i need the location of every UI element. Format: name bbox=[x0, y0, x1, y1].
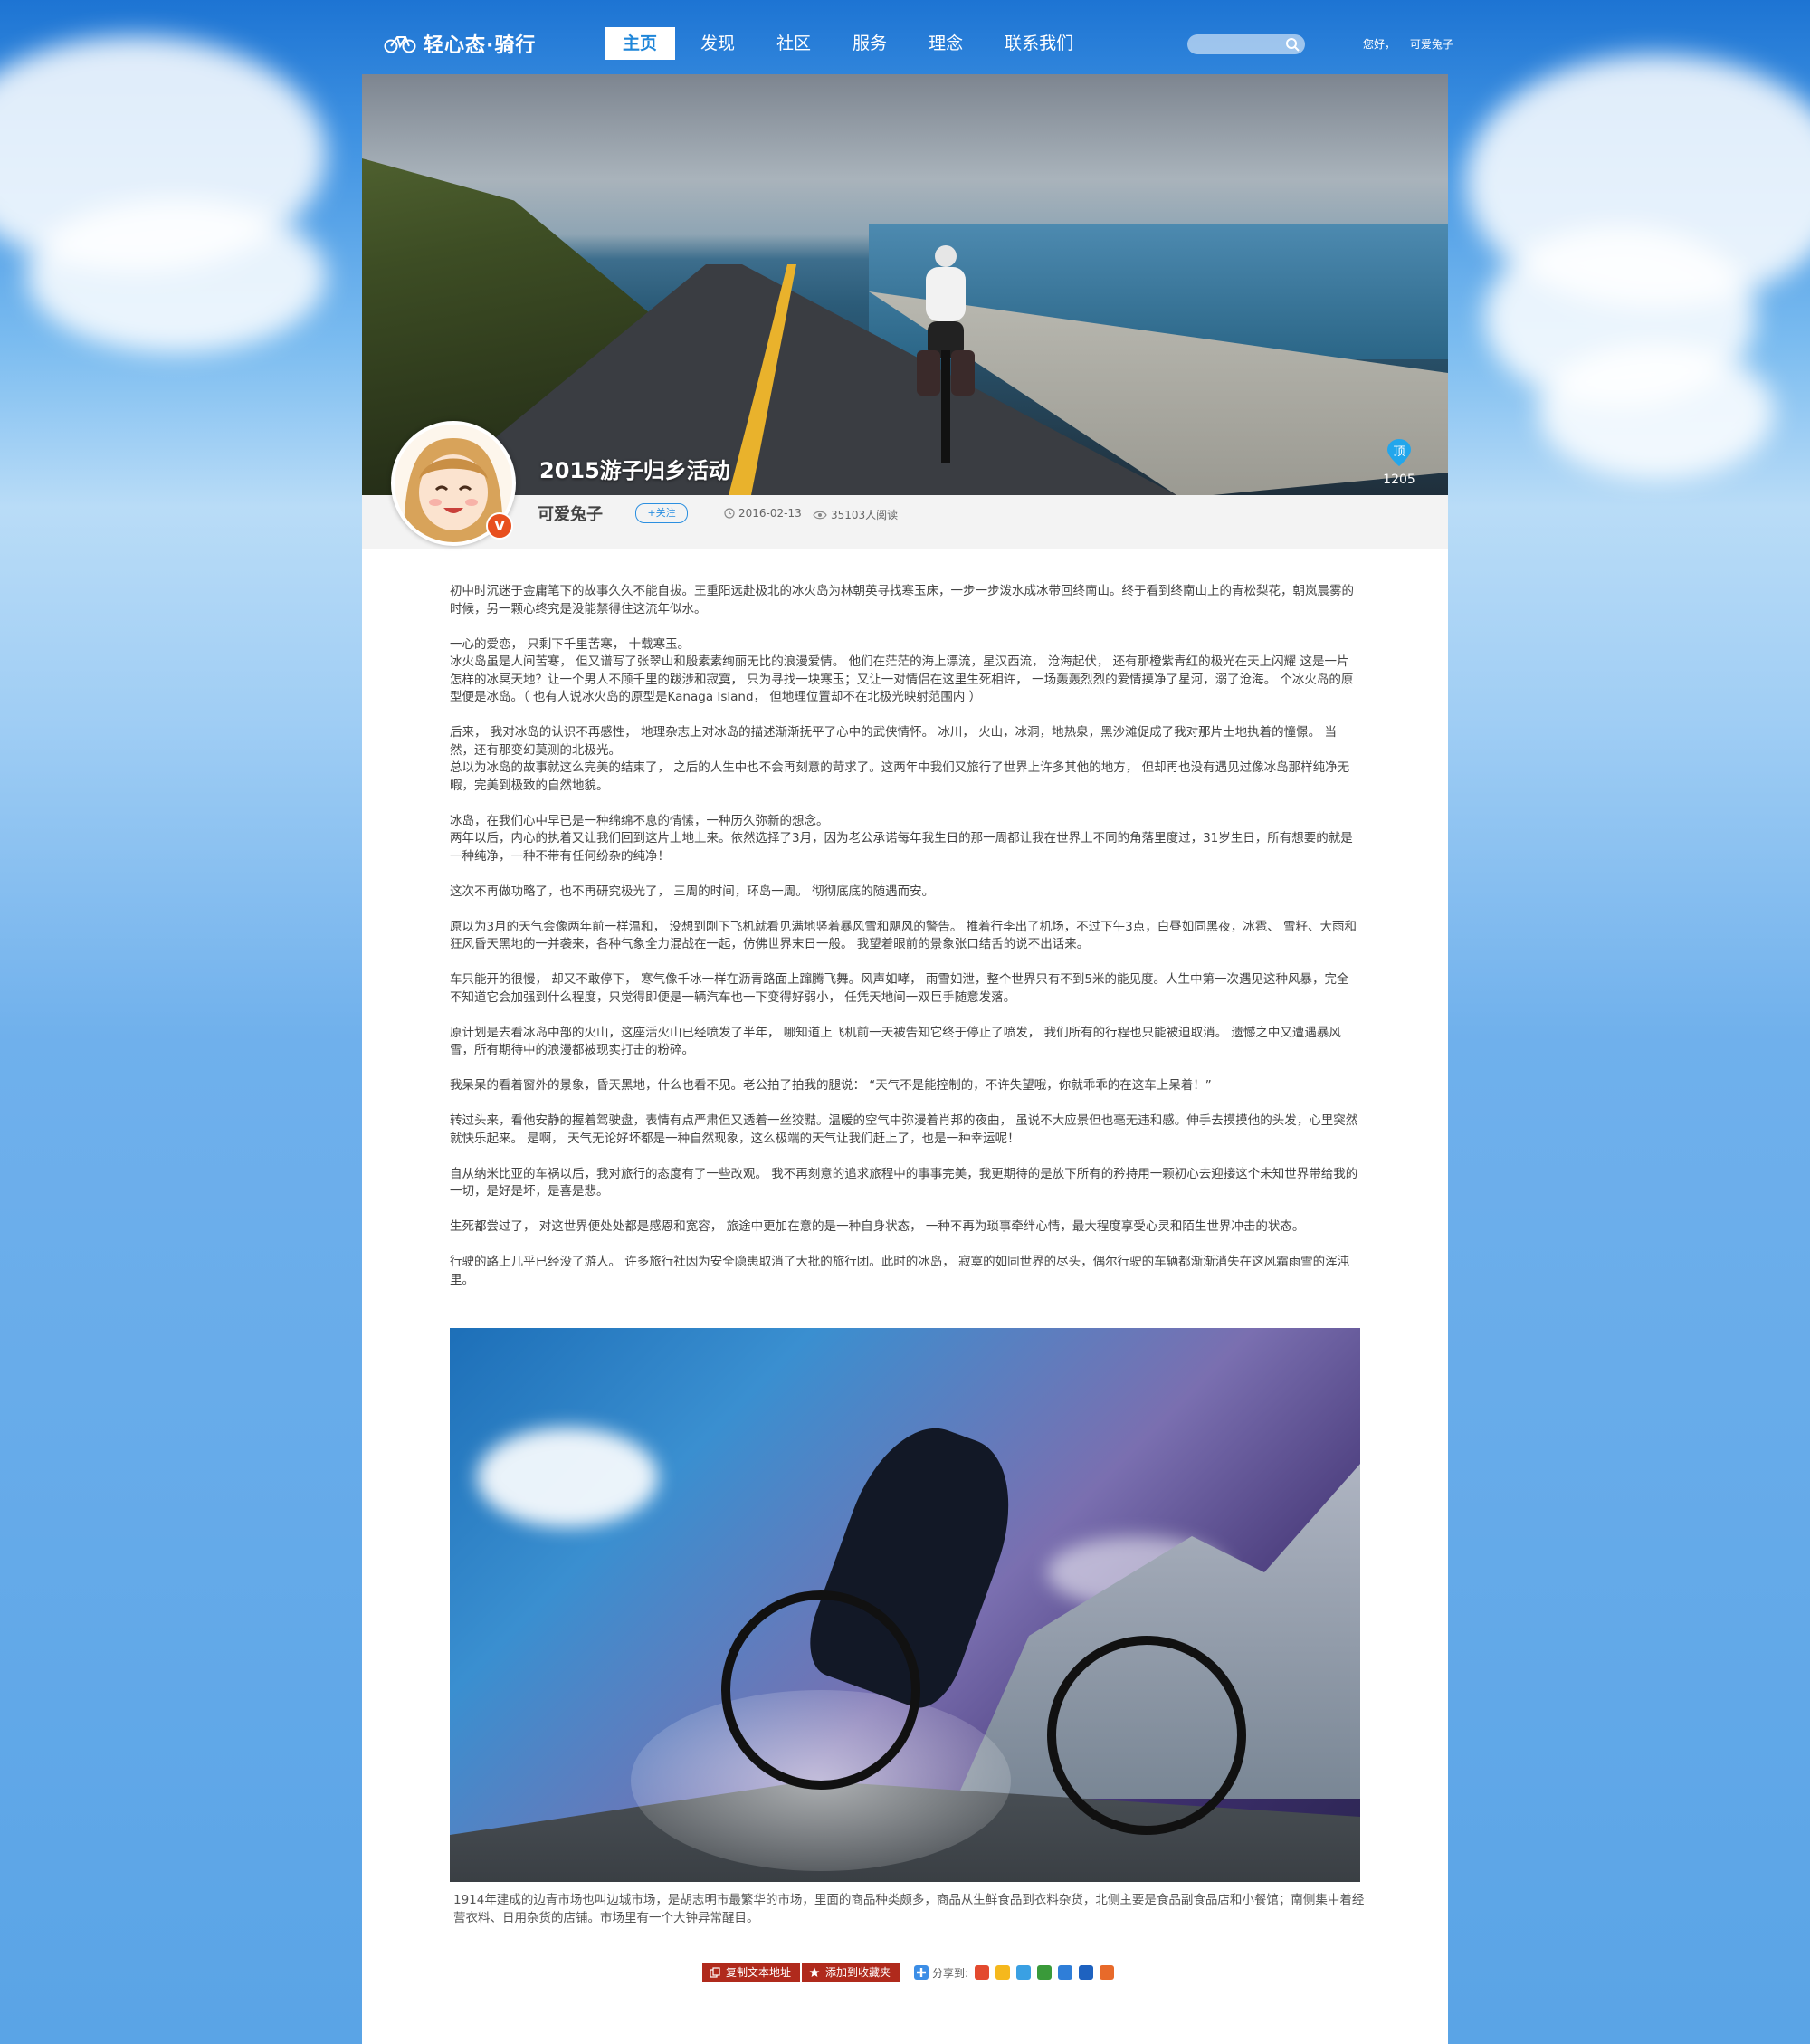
main-nav: 主页 发现 社区 服务 理念 联系我们 bbox=[605, 27, 1099, 60]
user-area: 您好， 可爱兔子 bbox=[1363, 36, 1464, 52]
like-label: 顶 bbox=[1393, 445, 1405, 459]
article-paragraph: 车只能开的很慢， 却又不敢停下， 寒气像千冰一样在沥青路面上蹿腾飞舞。风声如哮，… bbox=[450, 972, 1349, 1005]
copy-link-button[interactable]: 复制文本地址 bbox=[702, 1963, 801, 1982]
share-label: 分享到: bbox=[932, 1966, 969, 1980]
hero-banner: 2015游子归乡活动 顶 1205 bbox=[362, 74, 1448, 495]
article-paragraph: 生死都尝过了， 对这世界便处处都是感恩和宽容， 旅途中更加在意的是一种自身状态，… bbox=[450, 1219, 1305, 1234]
nav-item-discover[interactable]: 发现 bbox=[684, 27, 751, 60]
bicycle-icon bbox=[384, 36, 416, 53]
weibo-icon[interactable] bbox=[975, 1965, 990, 1980]
add-favorite-button[interactable]: 添加到收藏夹 bbox=[802, 1963, 900, 1982]
date-text: 2016-02-13 bbox=[738, 507, 802, 520]
article-paragraph: 转过头来，看他安静的握着驾驶盘，表情有点严肃但又透着一丝狡黠。温暖的空气中弥漫着… bbox=[450, 1113, 1358, 1146]
article-paragraph: 行驶的路上几乎已经没了游人。 许多旅行社因为安全隐患取消了大批的旅行团。此时的冰… bbox=[450, 1255, 1350, 1287]
nav-item-community[interactable]: 社区 bbox=[760, 27, 827, 60]
content-card: 2015游子归乡活动 顶 1205 V 可爱兔子 +关注 2016-02-13 … bbox=[362, 74, 1448, 2044]
copy-link-label: 复制文本地址 bbox=[726, 1966, 792, 1979]
article-paragraph: 这次不再做功略了，也不再研究极光了， 三周的时间，环岛一周。 彻彻底底的随遇而安… bbox=[450, 884, 935, 899]
clock-icon bbox=[724, 508, 735, 519]
author-name[interactable]: 可爱兔子 bbox=[538, 501, 603, 525]
more-share-icon[interactable] bbox=[1100, 1965, 1115, 1980]
copy-icon bbox=[710, 1967, 720, 1978]
article-paragraph: 一心的爱恋， 只剩下千里苦寒， 十载寒玉。 冰火岛虽是人间苦寒， 但又谱写了张翠… bbox=[450, 636, 1354, 705]
share-plus-icon bbox=[914, 1965, 929, 1980]
post-date: 2016-02-13 bbox=[724, 507, 802, 520]
article-paragraph: 原计划是去看冰岛中部的火山，这座活火山已经喷发了半年， 哪知道上飞机前一天被告知… bbox=[450, 1025, 1341, 1058]
article-actions: 复制文本地址 添加到收藏夹 分享到: bbox=[702, 1963, 1115, 1982]
like-button[interactable]: 顶 1205 bbox=[1383, 438, 1415, 487]
author-info-bar bbox=[362, 495, 1448, 549]
nav-item-home[interactable]: 主页 bbox=[605, 27, 676, 60]
article-paragraph: 初中时沉迷于金庸笔下的故事久久不能自拔。王重阳远赴极北的冰火岛为林朝英寻找寒玉床… bbox=[450, 584, 1354, 616]
douban-icon[interactable] bbox=[1037, 1965, 1053, 1980]
username-link[interactable]: 可爱兔子 bbox=[1410, 38, 1453, 51]
renren-icon[interactable] bbox=[1058, 1965, 1073, 1980]
qzone-icon[interactable] bbox=[996, 1965, 1011, 1980]
article-body: 初中时沉迷于金庸笔下的故事久久不能自拔。王重阳远赴极北的冰火岛为林朝英寻找寒玉床… bbox=[450, 583, 1360, 1307]
eye-icon bbox=[813, 511, 827, 519]
article-paragraph: 我呆呆的看着窗外的景象，昏天黑地，什么也看不见。老公拍了拍我的腿说： “天气不是… bbox=[450, 1078, 1212, 1093]
greeting: 您好， bbox=[1363, 38, 1396, 51]
star-icon bbox=[809, 1967, 820, 1977]
search-icon[interactable] bbox=[1285, 37, 1300, 52]
article-photo bbox=[450, 1328, 1360, 1882]
logo-text: 轻心态·骑行 bbox=[424, 34, 537, 57]
add-favorite-label: 添加到收藏夹 bbox=[825, 1966, 891, 1979]
article-paragraph: 自从纳米比亚的车祸以后，我对旅行的态度有了一些改观。 我不再刻意的追求旅程中的事… bbox=[450, 1166, 1358, 1199]
follow-button[interactable]: +关注 bbox=[635, 503, 688, 523]
nav-item-contact[interactable]: 联系我们 bbox=[988, 27, 1090, 60]
article-paragraph: 冰岛，在我们心中早已是一种绵绵不息的情愫，一种历久弥新的想念。 两年以后，内心的… bbox=[450, 813, 1353, 864]
site-logo[interactable]: 轻心态·骑行 bbox=[384, 25, 536, 62]
like-pin-icon: 顶 bbox=[1387, 439, 1411, 466]
search-box bbox=[1187, 34, 1305, 54]
post-title: 2015游子归乡活动 bbox=[539, 458, 730, 483]
tencent-weibo-icon[interactable] bbox=[1016, 1965, 1032, 1980]
renren-people-icon[interactable] bbox=[1079, 1965, 1094, 1980]
cyclist-figure bbox=[917, 245, 975, 463]
top-header: 轻心态·骑行 主页 发现 社区 服务 理念 联系我们 您好， 可爱兔子 bbox=[0, 0, 1810, 72]
nav-item-philosophy[interactable]: 理念 bbox=[912, 27, 979, 60]
photo-caption: 1914年建成的边青市场也叫边城市场，是胡志明市最繁华的市场，里面的商品种类颇多… bbox=[453, 1893, 1365, 1925]
nav-item-service[interactable]: 服务 bbox=[836, 27, 903, 60]
article-paragraph: 后来， 我对冰岛的认识不再感性， 地理杂志上对冰岛的描述渐渐抚平了心中的武侠情怀… bbox=[450, 725, 1350, 793]
verified-badge: V bbox=[486, 512, 513, 540]
share-bar: 分享到: bbox=[914, 1965, 1115, 1981]
read-count: 35103人阅读 bbox=[813, 507, 898, 522]
read-count-text: 35103人阅读 bbox=[831, 509, 899, 521]
like-count: 1205 bbox=[1383, 473, 1415, 487]
search-input[interactable] bbox=[1187, 34, 1296, 54]
article-paragraph: 原以为3月的天气会像两年前一样温和， 没想到刚下飞机就看见满地竖着暴风雪和飓风的… bbox=[450, 919, 1358, 952]
